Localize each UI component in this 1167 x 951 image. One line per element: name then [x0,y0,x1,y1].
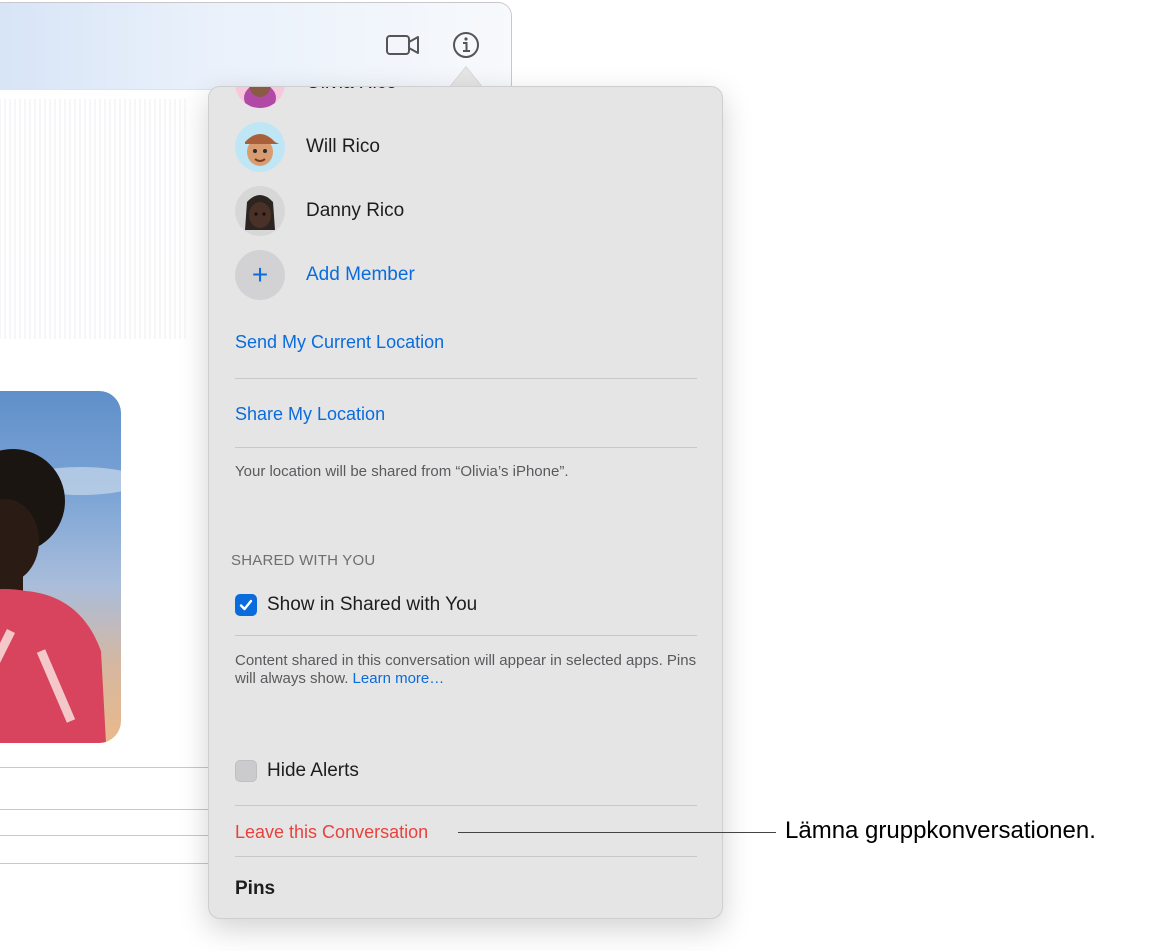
member-name: Danny Rico [306,200,405,221]
member-name: Olivia Rico [306,87,397,94]
callout-line [458,832,776,833]
checkbox-empty [235,760,257,782]
divider [235,635,697,636]
popover-arrow [450,67,482,87]
memoji-avatar [235,87,285,108]
toolbar [0,3,511,90]
pins-section-title: Pins [235,878,276,899]
message-bubble-faded [0,99,186,339]
learn-more-link[interactable]: Learn more… [353,670,445,687]
divider [235,447,697,448]
hide-alerts-checkbox[interactable]: Hide Alerts [235,760,359,782]
divider [235,378,697,379]
checkbox-label: Hide Alerts [267,760,359,781]
shared-note-text: Content shared in this conversation will… [235,652,697,687]
add-member-button[interactable]: + Add Member [235,249,415,301]
member-row[interactable]: Olivia Rico [235,87,397,109]
share-my-location-button[interactable]: Share My Location [235,404,385,425]
checkmark-icon [235,594,257,616]
conversation-details-popover: Olivia Rico Will Rico Danny Rico [208,86,723,919]
info-icon[interactable] [451,30,487,60]
checkbox-label: Show in Shared with You [267,594,478,615]
shared-with-you-note: Content shared in this conversation will… [235,652,705,688]
divider [235,805,697,806]
member-row[interactable]: Danny Rico [235,185,404,237]
callout-label: Lämna gruppkonversationen. [785,817,1096,844]
memoji-avatar [235,122,285,172]
member-row[interactable]: Will Rico [235,121,380,173]
leave-conversation-button[interactable]: Leave this Conversation [235,822,428,843]
video-camera-icon[interactable] [385,30,421,60]
show-in-shared-with-you-checkbox[interactable]: Show in Shared with You [235,594,477,616]
member-name: Will Rico [306,136,380,157]
location-note: Your location will be shared from “Olivi… [235,463,569,480]
shared-with-you-header: SHARED WITH YOU [231,552,376,569]
send-current-location-button[interactable]: Send My Current Location [235,332,444,353]
divider [235,856,697,857]
memoji-avatar [235,186,285,236]
shared-photo[interactable] [0,391,121,743]
add-member-label: Add Member [306,264,415,285]
plus-icon: + [235,250,285,300]
